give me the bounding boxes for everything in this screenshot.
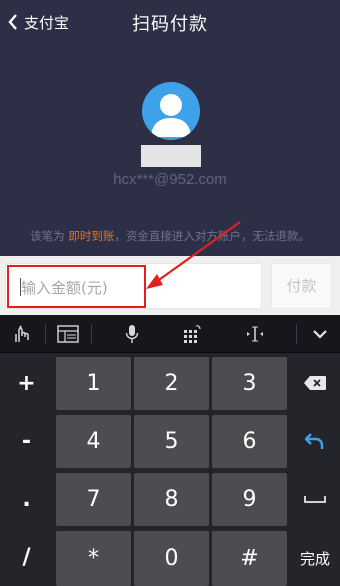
key-hash[interactable]: # [212,531,287,586]
key-0[interactable]: 0 [134,531,209,586]
user-icon [151,94,191,137]
payment-notice: 该笔为 即时到账，资金直接进入对方账户，无法退款。 [0,228,340,244]
numeric-keypad: + - . / 1 2 3 4 5 6 7 8 9 * 0 # 完成 [0,354,340,586]
notice-suffix: ，资金直接进入对方账户，无法退款。 [114,229,310,243]
space-key[interactable] [290,472,340,526]
backspace-icon [304,376,326,390]
keypad-switch-icon[interactable] [172,315,212,353]
cursor-move-icon[interactable] [235,315,275,353]
done-key[interactable]: 完成 [290,530,340,586]
key-7[interactable]: 7 [56,473,131,526]
microphone-icon[interactable] [112,315,152,353]
key-1[interactable]: 1 [56,357,131,410]
key-asterisk[interactable]: * [56,531,131,586]
key-4[interactable]: 4 [56,415,131,468]
space-icon [304,496,326,503]
key-plus[interactable]: + [0,356,53,410]
key-6[interactable]: 6 [212,415,287,468]
payee-account: hcx***@952.com [113,171,227,188]
key-5[interactable]: 5 [134,415,209,468]
payee-name-redacted [141,145,201,167]
avatar [142,82,200,140]
layout-icon[interactable] [48,315,88,353]
key-8[interactable]: 8 [134,473,209,526]
key-9[interactable]: 9 [212,473,287,526]
key-minus[interactable]: - [0,414,53,468]
notice-highlight: 即时到账 [68,229,115,243]
page-title: 扫码付款 [132,14,208,35]
undo-key[interactable] [290,414,340,468]
nav-bar: 支付宝 扫码付款 [0,0,340,44]
undo-icon [305,433,324,449]
pay-button[interactable]: 付款 [271,263,332,309]
backspace-key[interactable] [290,356,340,410]
touch-mode-icon[interactable] [2,315,42,353]
chevron-down-icon[interactable] [300,315,340,353]
key-2[interactable]: 2 [134,357,209,410]
notice-prefix: 该笔为 [30,229,69,243]
annotation-highlight-box [7,265,146,308]
key-3[interactable]: 3 [212,357,287,410]
key-period[interactable]: . [0,472,53,526]
key-slash[interactable]: / [0,530,53,584]
keyboard-toolbar [0,315,340,353]
